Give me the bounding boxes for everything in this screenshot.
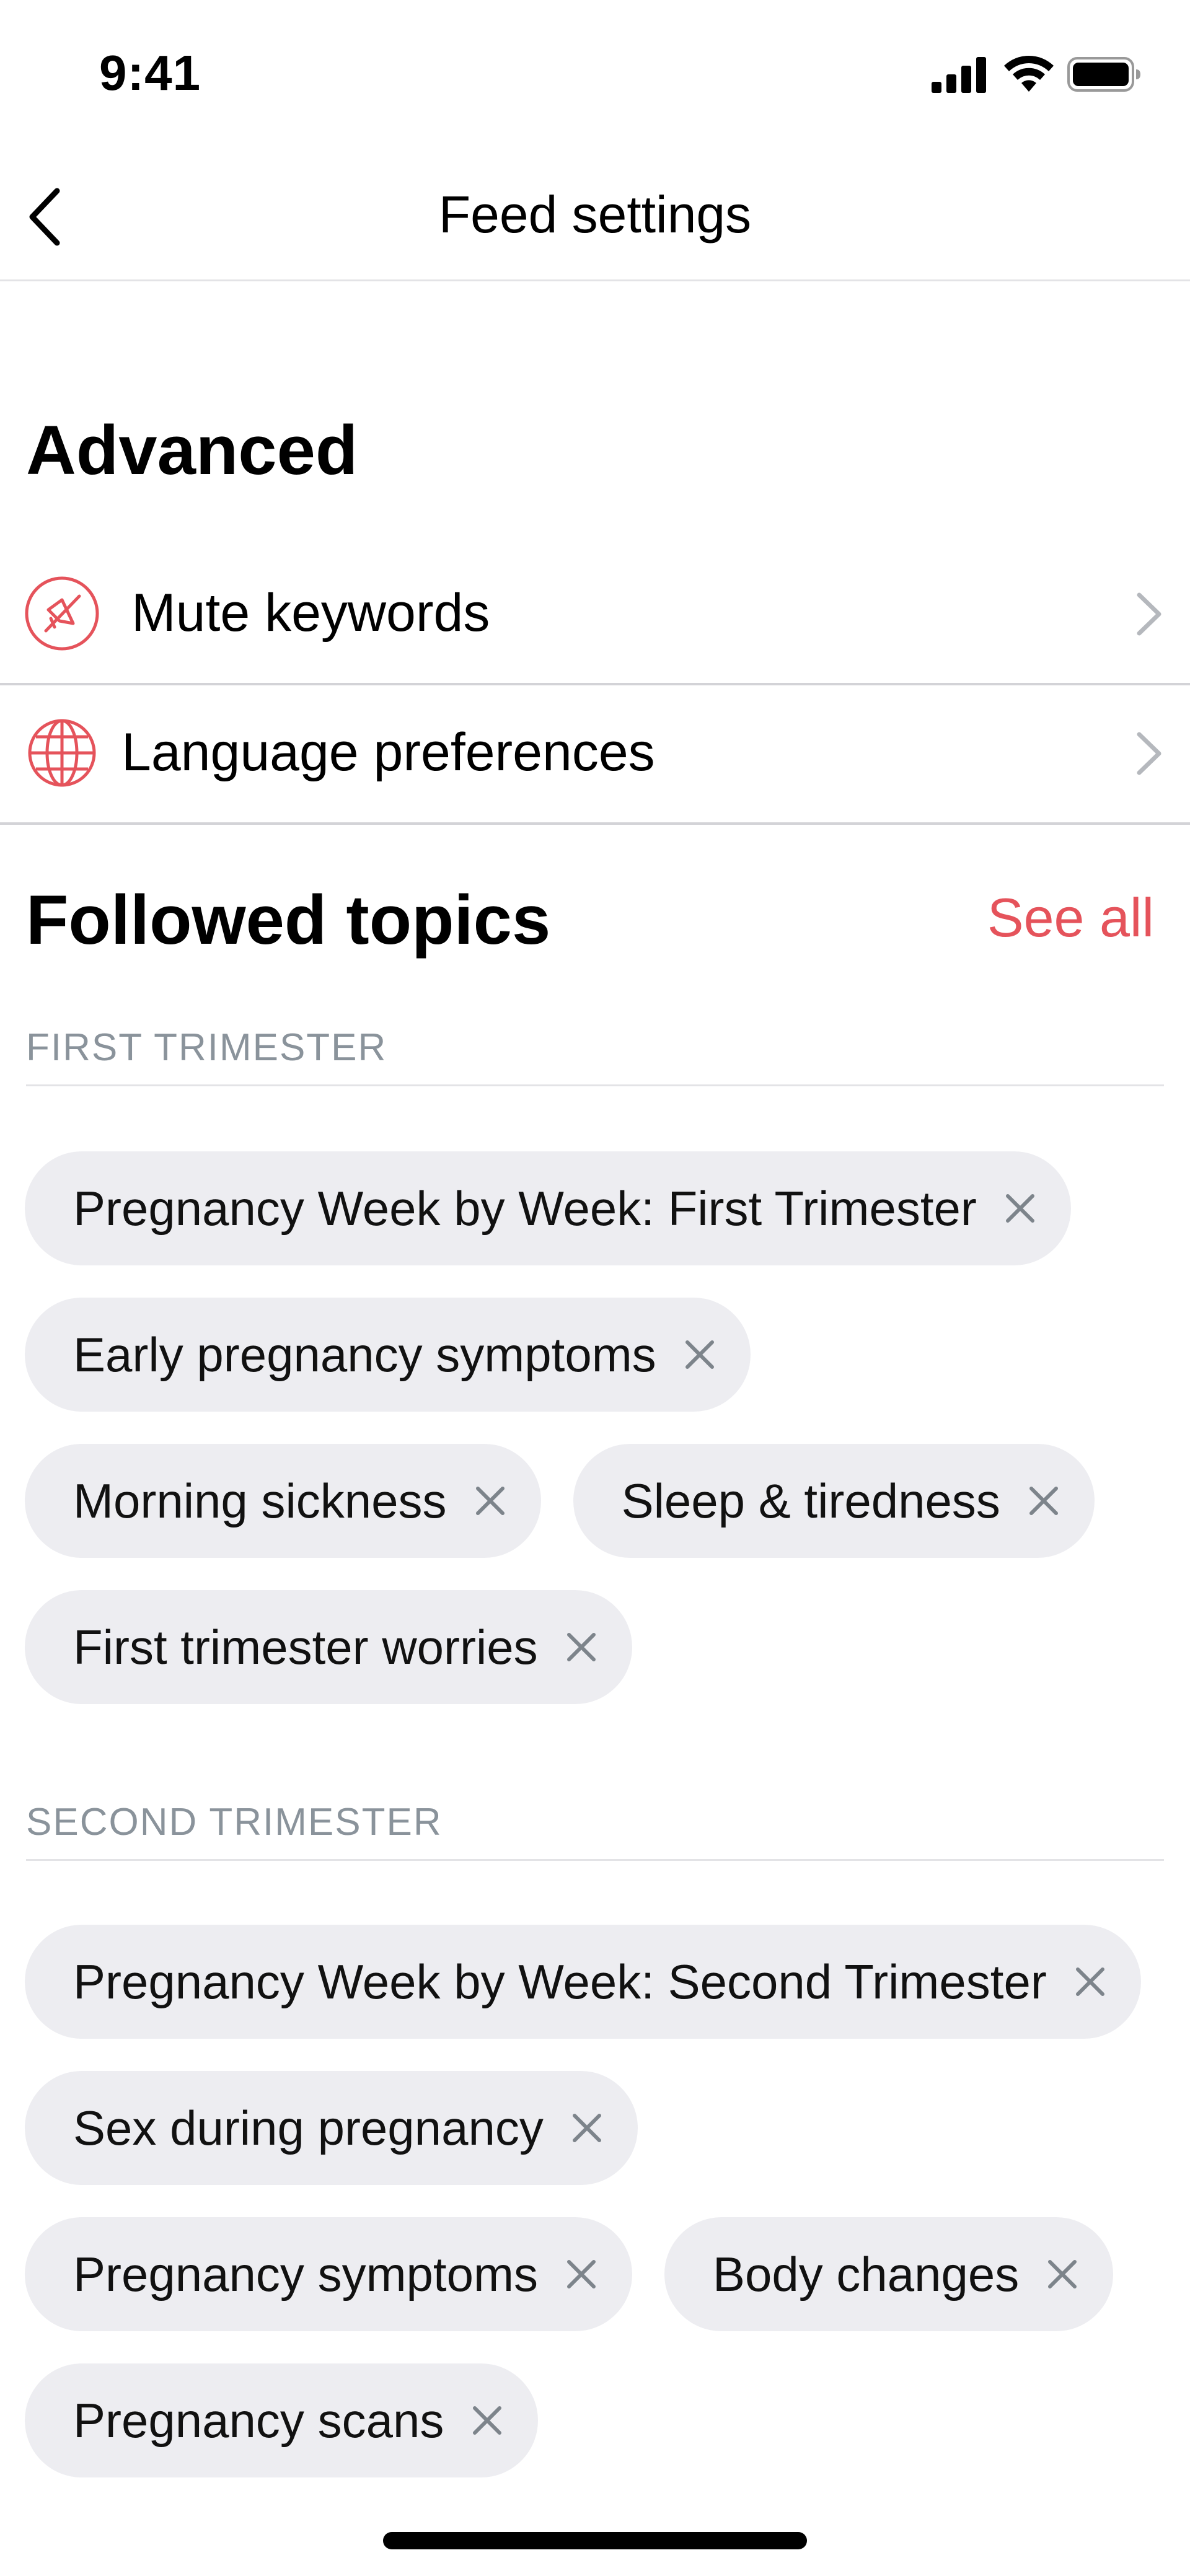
topic-chip[interactable]: Sleep & tiredness: [573, 1444, 1095, 1558]
remove-icon[interactable]: [563, 2256, 600, 2293]
remove-icon[interactable]: [568, 2109, 606, 2147]
topic-chip-label: Early pregnancy symptoms: [73, 1327, 656, 1382]
remove-icon[interactable]: [472, 1482, 509, 1519]
topic-chip[interactable]: Body changes: [664, 2217, 1114, 2331]
topic-chip[interactable]: Morning sickness: [25, 1444, 541, 1558]
mute-keywords-row[interactable]: Mute keywords: [0, 545, 1190, 685]
topic-chip-label: Body changes: [712, 2246, 1020, 2301]
topic-chip-label: Pregnancy scans: [73, 2393, 444, 2448]
first-trimester-heading: FIRST TRIMESTER: [26, 1026, 1164, 1086]
topic-chip[interactable]: First trimester worries: [25, 1590, 632, 1704]
topic-chip-label: Sex during pregnancy: [73, 2100, 544, 2155]
topic-chip[interactable]: Early pregnancy symptoms: [25, 1298, 751, 1412]
second-trimester-heading: SECOND TRIMESTER: [26, 1800, 1164, 1861]
topic-chip-label: Pregnancy symptoms: [73, 2246, 538, 2301]
page-title: Feed settings: [438, 185, 752, 244]
language-preferences-label: Language preferences: [121, 723, 655, 782]
topic-chip-label: Sleep & tiredness: [621, 1473, 1000, 1528]
home-indicator[interactable]: [383, 2532, 807, 2549]
advanced-heading: Advanced: [26, 411, 358, 489]
chevron-right-icon: [1137, 732, 1161, 775]
status-bar: 9:41: [0, 0, 1190, 149]
remove-icon[interactable]: [1072, 1963, 1109, 2000]
topic-chip[interactable]: Pregnancy scans: [25, 2363, 539, 2477]
globe-icon: [28, 719, 96, 787]
language-preferences-row[interactable]: Language preferences: [0, 685, 1190, 825]
cellular-signal-icon: [932, 57, 986, 93]
topic-chip[interactable]: Pregnancy Week by Week: Second Trimester: [25, 1925, 1141, 2039]
wifi-icon: [1004, 56, 1054, 92]
chevron-right-icon: [1137, 592, 1161, 636]
second-trimester-topics: Pregnancy Week by Week: Second Trimester…: [25, 1925, 1178, 2477]
battery-icon: [1067, 57, 1140, 92]
topic-chip-label: First trimester worries: [73, 1619, 538, 1674]
topic-chip-label: Morning sickness: [73, 1473, 447, 1528]
status-time: 9:41: [99, 45, 201, 100]
navigation-bar: Feed settings: [0, 149, 1190, 281]
remove-icon[interactable]: [681, 1336, 718, 1373]
topic-chip-label: Pregnancy Week by Week: Second Trimester: [73, 1954, 1047, 2009]
first-trimester-topics: Pregnancy Week by Week: First Trimester …: [25, 1151, 1178, 1704]
remove-icon[interactable]: [1025, 1482, 1062, 1519]
see-all-link[interactable]: See all: [987, 886, 1154, 949]
topic-chip[interactable]: Sex during pregnancy: [25, 2071, 638, 2185]
mute-keywords-label: Mute keywords: [131, 583, 490, 643]
remove-icon[interactable]: [1002, 1190, 1039, 1227]
mute-megaphone-icon: [25, 576, 99, 651]
remove-icon[interactable]: [469, 2402, 506, 2439]
topic-chip[interactable]: Pregnancy symptoms: [25, 2217, 632, 2331]
topic-chip[interactable]: Pregnancy Week by Week: First Trimester: [25, 1151, 1071, 1265]
remove-icon[interactable]: [1044, 2256, 1081, 2293]
remove-icon[interactable]: [563, 1629, 600, 1666]
followed-topics-heading: Followed topics: [26, 881, 551, 959]
topic-chip-label: Pregnancy Week by Week: First Trimester: [73, 1180, 977, 1236]
